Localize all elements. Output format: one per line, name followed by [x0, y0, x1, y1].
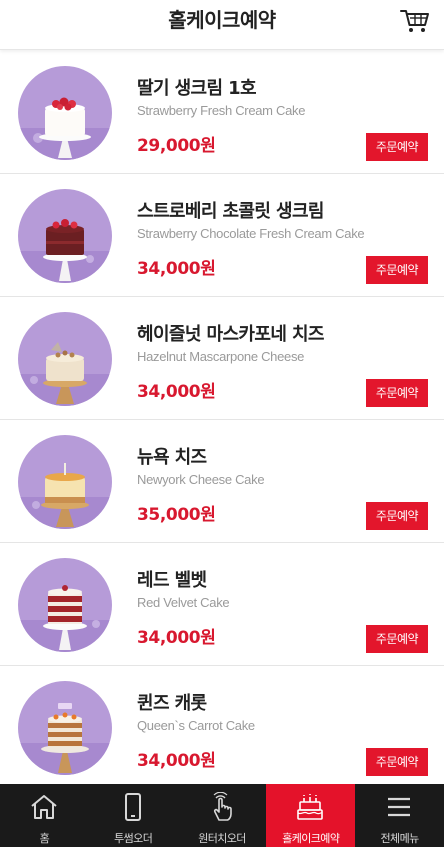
- cake-english-name: Red Velvet Cake: [137, 595, 230, 610]
- cake-name[interactable]: 딸기 생크림 1호: [137, 74, 257, 100]
- list-item[interactable]: 레드 벨벳 Red Velvet Cake 34,000원 주문예약: [0, 543, 444, 666]
- cake-image-strawberry-chocolate[interactable]: [18, 189, 112, 283]
- page-title: 홀케이크예약: [168, 8, 276, 32]
- cake-name[interactable]: 레드 벨벳: [137, 566, 207, 592]
- nav-twosome-order[interactable]: 투썸오더: [89, 784, 178, 847]
- top-header: 홀케이크예약: [0, 0, 444, 50]
- cake-english-name: Newyork Cheese Cake: [137, 472, 265, 487]
- cake-price: 34,000원: [137, 628, 216, 648]
- nav-whole-cake-reservation[interactable]: 홀케이크예약: [266, 784, 356, 847]
- cake-english-name: Strawberry Fresh Cream Cake: [137, 103, 306, 118]
- cake-english-name: Strawberry Chocolate Fresh Cream Cake: [137, 226, 365, 241]
- cake-image-carrot[interactable]: [18, 681, 112, 775]
- app-screen: 홀케이크예약 딸기 생크림 1호 Strawberry Fresh Cream …: [0, 0, 444, 847]
- order-reserve-button[interactable]: 주문예약: [366, 625, 428, 653]
- list-item[interactable]: 딸기 생크림 1호 Strawberry Fresh Cream Cake 29…: [0, 51, 444, 174]
- list-item[interactable]: 뉴욕 치즈 Newyork Cheese Cake 35,000원 주문예약: [0, 420, 444, 543]
- order-reserve-button[interactable]: 주문예약: [366, 502, 428, 530]
- cake-price: 34,000원: [137, 751, 216, 771]
- cake-image-hazelnut[interactable]: [18, 312, 112, 406]
- cake-english-name: Hazelnut Mascarpone Cheese: [137, 349, 305, 364]
- nav-home[interactable]: 홈: [0, 784, 89, 847]
- bottom-nav: 홈 투썸오더 원터치오더 홀케이크예약 전체메뉴: [0, 784, 444, 847]
- cake-english-name: Queen`s Carrot Cake: [137, 718, 255, 733]
- order-reserve-button[interactable]: 주문예약: [366, 379, 428, 407]
- cake-name[interactable]: 스트로베리 초콜릿 생크림: [137, 197, 325, 223]
- touch-hand-icon: [213, 792, 232, 821]
- list-item[interactable]: 헤이즐넛 마스카포네 치즈 Hazelnut Mascarpone Cheese…: [0, 297, 444, 420]
- cake-list: 딸기 생크림 1호 Strawberry Fresh Cream Cake 29…: [0, 51, 444, 789]
- nav-label: 홈: [39, 832, 50, 845]
- cake-name[interactable]: 헤이즐넛 마스카포네 치즈: [137, 320, 325, 346]
- nav-label: 투썸오더: [114, 832, 153, 845]
- order-reserve-button[interactable]: 주문예약: [366, 256, 428, 284]
- cake-name[interactable]: 퀸즈 캐롯: [137, 689, 207, 715]
- cake-price: 29,000원: [137, 136, 216, 156]
- nav-one-touch-order[interactable]: 원터치오더: [178, 784, 267, 847]
- cart-icon[interactable]: [400, 6, 430, 34]
- cake-price: 34,000원: [137, 382, 216, 402]
- cake-image-red-velvet[interactable]: [18, 558, 112, 652]
- list-item[interactable]: 퀸즈 캐롯 Queen`s Carrot Cake 34,000원 주문예약: [0, 666, 444, 789]
- cake-name[interactable]: 뉴욕 치즈: [137, 443, 207, 469]
- nav-label: 전체메뉴: [380, 832, 420, 845]
- birthday-cake-icon: [297, 794, 324, 820]
- cake-price: 35,000원: [137, 505, 216, 525]
- nav-label: 원터치오더: [198, 832, 246, 845]
- cake-image-newyork-cheese[interactable]: [18, 435, 112, 529]
- nav-full-menu[interactable]: 전체메뉴: [355, 784, 444, 847]
- order-reserve-button[interactable]: 주문예약: [366, 748, 428, 776]
- menu-icon: [388, 797, 411, 817]
- phone-icon: [124, 793, 141, 821]
- cake-price: 34,000원: [137, 259, 216, 279]
- nav-label: 홀케이크예약: [282, 832, 340, 845]
- order-reserve-button[interactable]: 주문예약: [366, 133, 428, 161]
- list-item[interactable]: 스트로베리 초콜릿 생크림 Strawberry Chocolate Fresh…: [0, 174, 444, 297]
- cake-image-strawberry[interactable]: [18, 66, 112, 160]
- home-icon: [31, 795, 57, 819]
